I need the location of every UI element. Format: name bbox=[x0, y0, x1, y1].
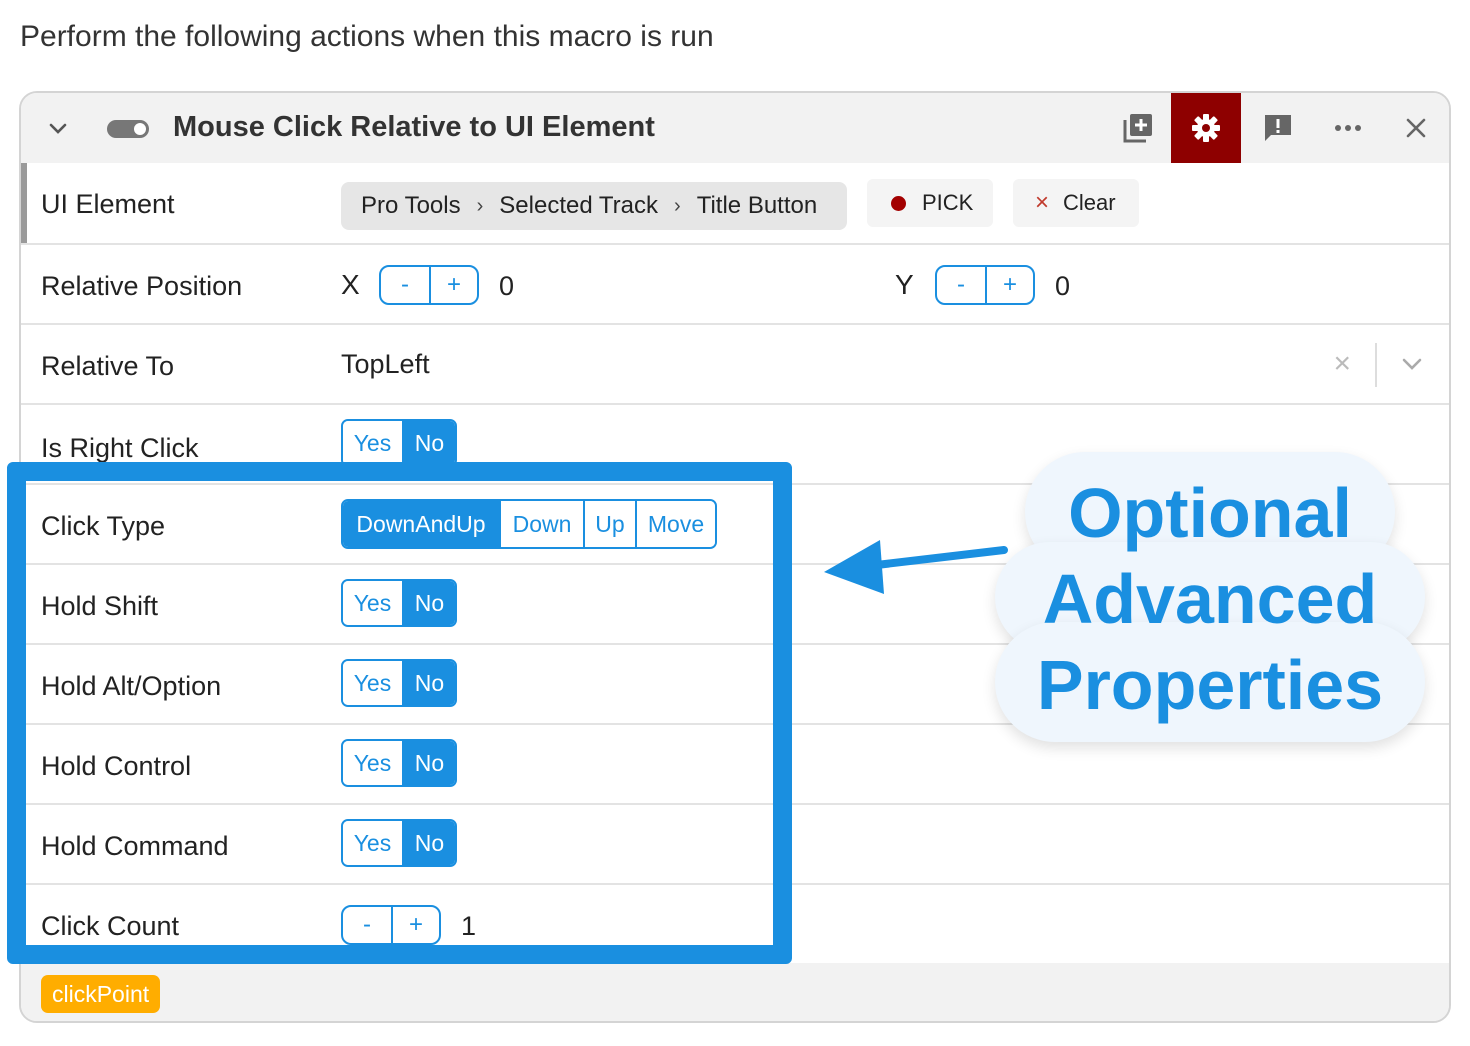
arrow-icon bbox=[824, 540, 1008, 594]
y-value[interactable]: 0 bbox=[1055, 271, 1070, 302]
breadcrumb-separator: › bbox=[476, 194, 484, 217]
no-option[interactable]: No bbox=[401, 421, 455, 465]
chevron-down-icon[interactable] bbox=[45, 115, 71, 141]
x-value[interactable]: 0 bbox=[499, 271, 514, 302]
feedback-icon[interactable] bbox=[1243, 93, 1313, 163]
breadcrumb-item: Title Button bbox=[696, 192, 818, 219]
yes-option[interactable]: Yes bbox=[343, 421, 402, 465]
action-footer: clickPoint bbox=[21, 963, 1449, 1021]
select-divider bbox=[1375, 343, 1377, 387]
clear-button[interactable]: × Clear bbox=[1013, 179, 1139, 227]
relative-position-label: Relative Position bbox=[41, 271, 243, 301]
x-axis-label: X bbox=[341, 269, 360, 300]
callout-line: Optional bbox=[1068, 474, 1352, 552]
add-box-icon[interactable] bbox=[1103, 93, 1173, 163]
relative-to-row: Relative To TopLeft × bbox=[21, 325, 1449, 405]
clear-button-label: Clear bbox=[1063, 190, 1116, 215]
callout-text: Optional Advanced Properties bbox=[995, 470, 1425, 728]
action-title: Mouse Click Relative to UI Element bbox=[173, 111, 655, 143]
row-accent-bar bbox=[21, 163, 27, 243]
callout-line: Advanced bbox=[1042, 560, 1378, 638]
pick-button-label: PICK bbox=[922, 190, 974, 215]
callout-line: Properties bbox=[1036, 646, 1384, 724]
is-right-click-label: Is Right Click bbox=[41, 433, 199, 463]
is-right-click-toggle: Yes No bbox=[341, 419, 457, 467]
callout-bubble: Optional Advanced Properties bbox=[995, 452, 1425, 744]
intro-text: Perform the following actions when this … bbox=[20, 20, 714, 53]
close-icon[interactable] bbox=[1381, 93, 1449, 163]
y-increment-button[interactable]: + bbox=[985, 267, 1033, 303]
y-decrement-button[interactable]: - bbox=[937, 267, 985, 303]
breadcrumb-item: Selected Track bbox=[499, 192, 659, 219]
gear-icon[interactable] bbox=[1171, 93, 1241, 163]
advanced-properties-highlight bbox=[7, 462, 792, 964]
output-variable-badge[interactable]: clickPoint bbox=[41, 975, 161, 1013]
ui-element-row: UI Element Pro Tools › Selected Track › … bbox=[21, 163, 1449, 245]
x-stepper: - + bbox=[379, 265, 479, 305]
record-dot-icon bbox=[891, 195, 906, 211]
relative-position-row: Relative Position X - + 0 Y - + 0 bbox=[21, 245, 1449, 325]
x-increment-button[interactable]: + bbox=[429, 267, 477, 303]
y-stepper: - + bbox=[935, 265, 1035, 305]
y-axis-label: Y bbox=[895, 269, 914, 300]
breadcrumb-item: Pro Tools bbox=[361, 192, 461, 219]
ui-element-label: UI Element bbox=[41, 189, 175, 219]
clear-x-icon: × bbox=[1035, 189, 1050, 216]
dropdown-chevron-icon[interactable] bbox=[1399, 351, 1425, 377]
clear-selection-icon[interactable]: × bbox=[1333, 347, 1351, 381]
more-icon[interactable] bbox=[1313, 93, 1383, 163]
relative-to-label: Relative To bbox=[41, 351, 175, 381]
ui-element-path[interactable]: Pro Tools › Selected Track › Title Butto… bbox=[341, 182, 847, 230]
pick-button[interactable]: PICK bbox=[867, 179, 993, 227]
action-header: Mouse Click Relative to UI Element bbox=[21, 93, 1449, 163]
enable-toggle[interactable] bbox=[107, 120, 149, 138]
relative-to-select[interactable]: TopLeft bbox=[341, 349, 430, 380]
x-decrement-button[interactable]: - bbox=[381, 267, 429, 303]
breadcrumb-separator: › bbox=[674, 194, 681, 217]
